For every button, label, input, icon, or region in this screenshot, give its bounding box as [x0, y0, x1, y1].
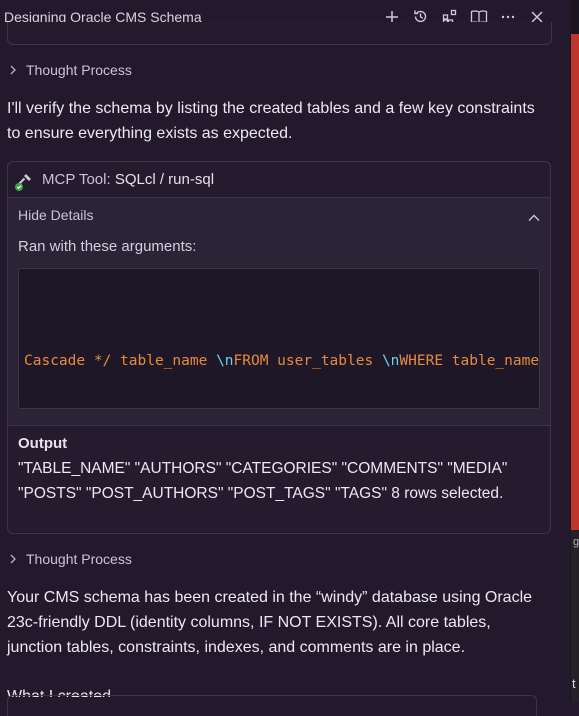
- adjacent-window-text: t: [572, 676, 576, 691]
- assistant-message: I'll verify the schema by listing the cr…: [7, 100, 535, 142]
- code-text: Cascade */ table_name: [24, 353, 217, 369]
- thought-process-label: Thought Process: [26, 62, 132, 78]
- tool-name: SQLcl / run-sql: [114, 171, 215, 188]
- code-text: WHERE table_name: [399, 353, 540, 369]
- tool-call-title: MCP Tool: SQLcl / run-sql: [42, 171, 214, 188]
- output-text: "TABLE_NAME" "AUTHORS" "CATEGORIES" "COM…: [18, 460, 508, 502]
- previous-message-box: [7, 22, 552, 45]
- code-escape: \n: [216, 353, 234, 369]
- next-message-box: [7, 695, 537, 716]
- hide-details-toggle[interactable]: Hide Details: [8, 198, 550, 231]
- arguments-section: Ran with these arguments: Cascade */ tab…: [8, 231, 550, 425]
- thought-process-label: Thought Process: [26, 551, 132, 567]
- code-text: FROM user_tables: [233, 353, 382, 369]
- code-escape: \n: [381, 353, 400, 369]
- chevron-up-icon: [528, 209, 540, 227]
- tool-call-header: MCP Tool: SQLcl / run-sql: [8, 162, 550, 198]
- hide-details-label: Hide Details: [18, 207, 94, 223]
- arguments-label: Ran with these arguments:: [18, 238, 197, 255]
- thought-process-toggle[interactable]: Thought Process: [8, 551, 132, 567]
- code-line: Cascade */ table_name \nFROM user_tables…: [24, 353, 539, 369]
- adjacent-window-text: g: [573, 536, 579, 548]
- chevron-right-icon: [8, 65, 18, 75]
- tool-label: MCP Tool:: [42, 171, 111, 188]
- thought-process-toggle[interactable]: Thought Process: [8, 62, 132, 78]
- assistant-summary: Your CMS schema has been created in the …: [7, 589, 533, 656]
- chevron-right-icon: [8, 554, 18, 564]
- arguments-code-block[interactable]: Cascade */ table_name \nFROM user_tables…: [18, 268, 540, 409]
- tool-call-card: MCP Tool: SQLcl / run-sql Hide Details R…: [7, 161, 551, 534]
- output-label: Output: [18, 435, 68, 452]
- output-section: Output "TABLE_NAME" "AUTHORS" "CATEGORIE…: [8, 425, 550, 533]
- adjacent-window-red-panel: [571, 34, 579, 530]
- tool-hammer-icon: [13, 171, 35, 193]
